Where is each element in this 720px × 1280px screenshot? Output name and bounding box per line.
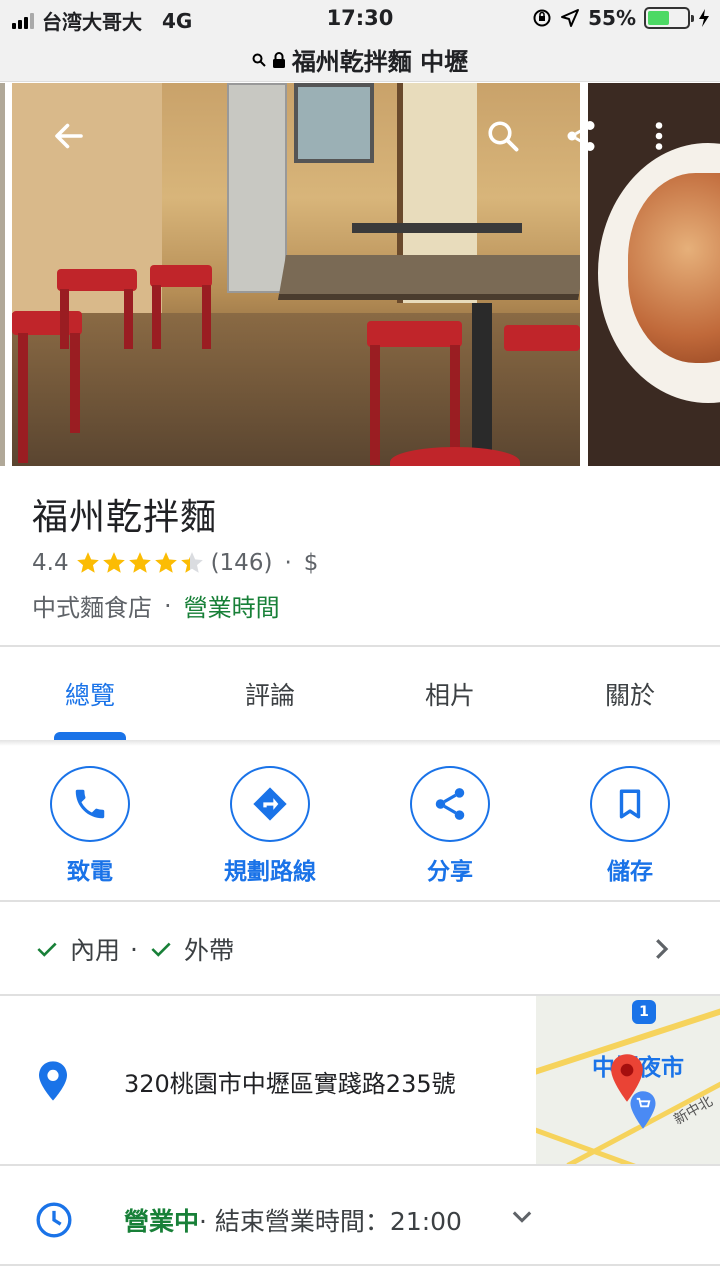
share-label: 分享 (427, 859, 473, 885)
place-category: 中式麵食店 (32, 594, 152, 622)
action-bar: 致電 規劃路線 分享 儲存 (0, 766, 720, 886)
share-icon (567, 121, 595, 151)
tab-label: 關於 (604, 681, 655, 710)
directions-label: 規劃路線 (224, 859, 316, 885)
place-name: 福州乾拌麵 (32, 497, 218, 538)
share-place-button[interactable]: 分享 (360, 766, 540, 886)
orientation-lock-icon (533, 9, 551, 27)
search-button[interactable] (480, 113, 526, 159)
takeout-label: 外帶 (183, 936, 234, 965)
tab-overview[interactable]: 總覽 (0, 648, 180, 740)
status-right: 55% (532, 6, 710, 30)
call-label: 致電 (67, 859, 113, 885)
hours-text: 營業中 · 結束營業時間：21:00 (124, 1202, 462, 1238)
tab-reviews[interactable]: 評論 (180, 648, 360, 740)
call-button-circle[interactable] (50, 766, 130, 842)
battery-icon (644, 7, 694, 29)
divider (0, 645, 720, 647)
back-button[interactable] (46, 113, 92, 159)
tab-shadow (0, 740, 720, 746)
call-button[interactable]: 致電 (0, 766, 180, 886)
share-icon (435, 788, 465, 820)
photo-prev-strip (0, 83, 5, 466)
arrow-left-icon (55, 123, 83, 149)
tab-active-indicator (54, 732, 126, 740)
chevron-right-icon (656, 939, 669, 959)
clock-icon (36, 1202, 72, 1238)
photo-carousel[interactable] (0, 83, 720, 466)
dine-in-option: 內用 (34, 931, 120, 967)
hours-link[interactable]: 營業時間 (184, 588, 280, 623)
takeout-option: 外帶 (148, 931, 234, 967)
star-icon (76, 552, 99, 573)
tab-about[interactable]: 關於 (540, 648, 720, 740)
review-count[interactable]: (146) (211, 550, 273, 576)
star-icon (154, 552, 177, 573)
separator-dot: · (130, 934, 138, 964)
rating-row[interactable]: 4.4 (146) · $ (32, 550, 692, 576)
address-row[interactable]: 320桃園市中壢區實踐路235號 1 中壢夜市 新中北 (0, 996, 720, 1164)
location-pin-icon (39, 1061, 67, 1101)
star-rating (75, 550, 205, 576)
star-icon (102, 552, 125, 573)
star-icon (180, 552, 203, 573)
chevron-down-icon[interactable] (508, 1202, 536, 1230)
phone-icon (75, 789, 105, 819)
location-arrow-icon (561, 9, 580, 27)
share-button-circle[interactable] (410, 766, 490, 842)
closing-time: · 結束營業時間：21:00 (199, 1207, 462, 1236)
battery-percent: 55% (588, 6, 636, 30)
search-icon (252, 53, 266, 67)
url-text: 福州乾拌麵 中壢 (291, 48, 469, 76)
tab-label: 相片 (424, 681, 475, 710)
more-options-button[interactable] (636, 113, 682, 159)
search-icon (488, 121, 519, 152)
save-button-circle[interactable] (590, 766, 670, 842)
separator-dot: · (284, 550, 292, 576)
save-label: 儲存 (607, 859, 653, 885)
divider (0, 1264, 720, 1266)
price-level: $ (303, 550, 319, 576)
tab-photos[interactable]: 相片 (360, 648, 540, 740)
category-row: 中式麵食店 · 營業時間 (32, 588, 692, 623)
open-status: 營業中 (124, 1207, 200, 1236)
rating-value: 4.4 (32, 550, 69, 576)
check-icon (151, 942, 171, 957)
share-button[interactable] (558, 113, 604, 159)
hours-row[interactable]: 營業中 · 結束營業時間：21:00 (0, 1166, 720, 1266)
divider (0, 900, 720, 902)
bookmark-icon (619, 789, 641, 819)
directions-button-circle[interactable] (230, 766, 310, 842)
charging-bolt-icon (699, 9, 709, 27)
tab-label: 總覽 (64, 681, 115, 710)
dine-in-label: 內用 (70, 936, 121, 965)
url-bar[interactable]: 福州乾拌麵 中壢 (0, 40, 720, 82)
save-button[interactable]: 儲存 (540, 766, 720, 886)
map-thumbnail[interactable]: 1 中壢夜市 新中北 (536, 996, 720, 1164)
shopping-cart-icon (630, 1091, 656, 1129)
more-vert-icon (655, 122, 663, 150)
separator-dot: · (164, 591, 172, 620)
lock-icon (272, 51, 285, 68)
place-header: 福州乾拌麵 4.4 (146) · $ 中式麵食店 · 營業時間 (32, 488, 692, 623)
status-bar: 台湾大哥大 4G 17:30 55% (0, 0, 720, 40)
route-number-badge: 1 (632, 1000, 656, 1024)
directions-button[interactable]: 規劃路線 (180, 766, 360, 886)
service-options-row[interactable]: 內用 · 外帶 (0, 904, 720, 994)
tab-bar: 總覽 評論 相片 關於 (0, 648, 720, 740)
address-text: 320桃園市中壢區實踐路235號 (124, 1070, 456, 1098)
star-icon (128, 552, 151, 573)
tab-label: 評論 (244, 681, 295, 710)
directions-icon (253, 787, 287, 821)
check-icon (37, 942, 57, 957)
